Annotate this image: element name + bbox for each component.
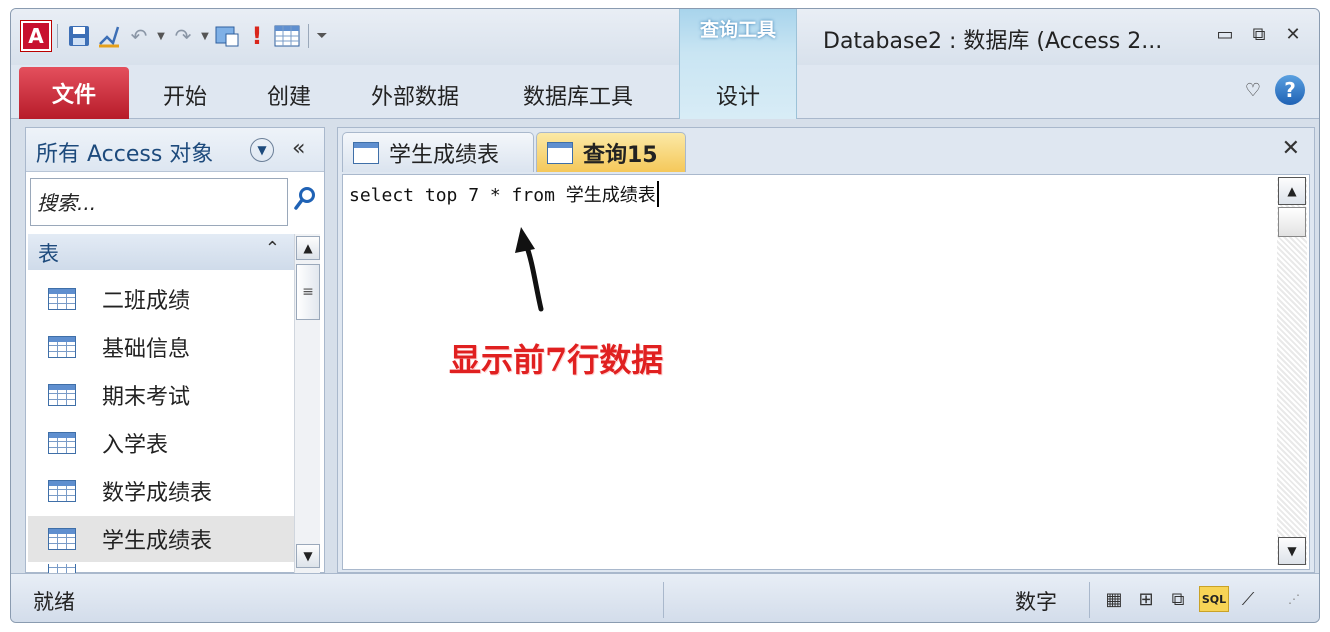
- nav-item-table[interactable]: 基础信息: [28, 324, 294, 370]
- nav-item-table[interactable]: 数学成绩表: [28, 468, 294, 514]
- nav-item-label: 数学成绩表: [102, 481, 213, 506]
- context-tab-title: 查询工具: [699, 19, 776, 41]
- nav-item-label: 学生成绩表: [102, 529, 213, 554]
- ribbon-tabs: 文件 开始 创建 外部数据 数据库工具 ♡ ?: [11, 65, 1319, 119]
- sql-view-icon[interactable]: SQL: [1199, 586, 1229, 612]
- nav-header: 所有 Access 对象 ▼ «: [26, 128, 324, 172]
- navigation-pane: 所有 Access 对象 ▼ « 搜索... 表 ⌃ 二班成绩 基础信息 期末考…: [25, 127, 325, 574]
- doc-tab-label: 学生成绩表: [389, 142, 500, 168]
- annotation-arrow-icon: [515, 227, 544, 312]
- doc-tab-query15[interactable]: 查询15: [536, 132, 686, 172]
- table-icon: [48, 384, 76, 406]
- quick-access-toolbar: A ↶ ▼ ↷ ▼ ! ⏷: [21, 19, 329, 53]
- nav-item-table-selected[interactable]: 学生成绩表: [28, 516, 294, 562]
- status-divider: [1089, 582, 1090, 618]
- tab-create[interactable]: 创建: [267, 79, 311, 111]
- nav-item-table[interactable]: 入学表: [28, 420, 294, 466]
- redo-icon[interactable]: ↷: [168, 21, 198, 51]
- nav-search-input[interactable]: 搜索...: [30, 178, 288, 226]
- save-icon[interactable]: [64, 21, 94, 51]
- undo-icon[interactable]: ↶: [124, 21, 154, 51]
- doc-tab-label: 查询15: [583, 142, 658, 168]
- close-document-icon[interactable]: ✕: [1282, 136, 1300, 161]
- table-icon: [48, 480, 76, 502]
- nav-dropdown-icon[interactable]: ▼: [250, 138, 274, 162]
- access-window: A ↶ ▼ ↷ ▼ ! ⏷ Database2 : 数据库 (Access 2.…: [10, 8, 1320, 623]
- scroll-up-icon[interactable]: ▲: [296, 236, 320, 260]
- scroll-thumb[interactable]: [1278, 207, 1306, 237]
- nav-item-label: 基础信息: [102, 337, 191, 362]
- help-icon[interactable]: ?: [1275, 75, 1305, 105]
- tab-external-data[interactable]: 外部数据: [371, 79, 459, 111]
- doc-tab-student-scores[interactable]: 学生成绩表: [342, 132, 534, 172]
- nav-item-table[interactable]: 期末考试: [28, 372, 294, 418]
- annotation-label: 显示前7行数据: [449, 341, 664, 379]
- nav-scrollbar[interactable]: ▲ ≡ ▼: [294, 234, 320, 574]
- redo-dropdown-icon[interactable]: ▼: [198, 31, 212, 42]
- table-icon: [48, 528, 76, 550]
- sql-editor[interactable]: select top 7 * from 学生成绩表 显示前7行数据 ▲ ▼: [342, 174, 1310, 570]
- nav-item-label: 入学表: [102, 433, 169, 458]
- table-icon: [48, 432, 76, 454]
- query-tools-context-tab: 查询工具 设计: [679, 9, 797, 119]
- scroll-down-icon[interactable]: ▼: [296, 544, 320, 568]
- toolbar-separator: [57, 24, 58, 48]
- pivot-table-view-icon[interactable]: ⊞: [1133, 586, 1159, 612]
- scroll-up-icon[interactable]: ▲: [1278, 177, 1306, 205]
- resize-grip-icon[interactable]: ⋰: [1281, 586, 1307, 612]
- query-icon: [547, 141, 573, 164]
- document-area: 学生成绩表 查询15 ✕ select top 7 * from 学生成绩表 显…: [337, 127, 1315, 573]
- tab-file[interactable]: 文件: [19, 67, 129, 119]
- nav-item-label: 期末考试: [102, 385, 191, 410]
- table-icon: [48, 336, 76, 358]
- num-lock-indicator: 数字: [1015, 590, 1057, 614]
- restore-icon[interactable]: ⧉: [1245, 21, 1273, 47]
- tab-home[interactable]: 开始: [163, 79, 207, 111]
- status-text: 就绪: [33, 590, 75, 614]
- table-icon: [48, 288, 76, 310]
- window-title: Database2 : 数据库 (Access 2...: [823, 29, 1163, 54]
- minimize-ribbon-icon[interactable]: ♡: [1245, 80, 1261, 101]
- nav-group-tables[interactable]: 表 ⌃: [28, 234, 294, 270]
- help-area: ♡ ?: [1245, 75, 1305, 105]
- scroll-down-icon[interactable]: ▼: [1278, 537, 1306, 565]
- undo-dropdown-icon[interactable]: ▼: [154, 31, 168, 42]
- status-divider: [663, 582, 664, 618]
- toolbar-separator: [308, 24, 309, 48]
- tab-database-tools[interactable]: 数据库工具: [523, 79, 633, 111]
- pivot-chart-view-icon[interactable]: ⧉: [1165, 586, 1191, 612]
- table-view-icon[interactable]: [272, 21, 302, 51]
- collapse-nav-icon[interactable]: «: [292, 136, 305, 161]
- sql-text[interactable]: select top 7 * from 学生成绩表: [349, 181, 659, 207]
- editor-scrollbar[interactable]: ▲ ▼: [1277, 177, 1307, 565]
- group-label: 表: [38, 242, 59, 266]
- minimize-icon[interactable]: ▭: [1211, 21, 1239, 47]
- search-icon[interactable]: [294, 186, 316, 216]
- edit-icon[interactable]: [94, 21, 124, 51]
- nav-title[interactable]: 所有 Access 对象: [36, 136, 213, 168]
- access-app-icon[interactable]: A: [21, 21, 51, 51]
- title-bar: A ↶ ▼ ↷ ▼ ! ⏷ Database2 : 数据库 (Access 2.…: [11, 9, 1319, 65]
- table-icon: [353, 141, 379, 164]
- datasheet-view-icon[interactable]: ▦: [1101, 586, 1127, 612]
- collapse-group-icon[interactable]: ⌃: [265, 238, 280, 259]
- design-view-icon[interactable]: ⟋: [1235, 586, 1261, 612]
- customize-qat-dropdown-icon[interactable]: ⏷: [315, 28, 329, 44]
- scroll-thumb[interactable]: ≡: [296, 264, 320, 320]
- close-window-icon[interactable]: ✕: [1279, 21, 1307, 47]
- status-bar: 就绪 数字 ▦ ⊞ ⧉ SQL ⟋ ⋰: [11, 573, 1319, 622]
- view-icon[interactable]: [212, 21, 242, 51]
- tab-design[interactable]: 设计: [680, 79, 796, 111]
- run-icon[interactable]: !: [242, 21, 272, 51]
- nav-item-label: 二班成绩: [102, 289, 191, 314]
- nav-item-table[interactable]: 二班成绩: [28, 276, 294, 322]
